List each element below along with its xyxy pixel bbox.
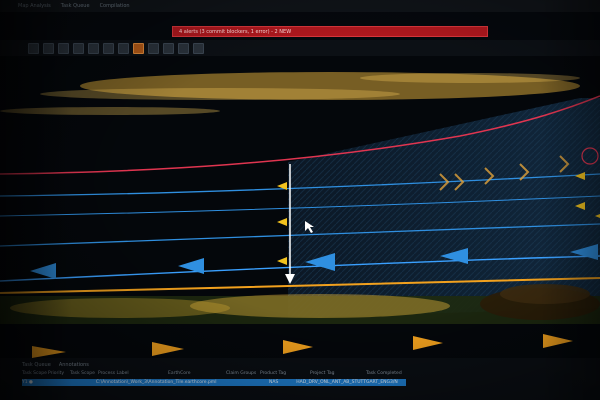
- camera-tool-icon[interactable]: [193, 42, 204, 54]
- draw-tool-icon[interactable]: [58, 42, 69, 54]
- move-tool-icon[interactable]: [43, 42, 54, 54]
- tab-task-queue[interactable]: Task Queue: [22, 362, 51, 368]
- col-task-completed[interactable]: Task Completed: [366, 371, 406, 378]
- play-tool-icon[interactable]: [133, 42, 144, 54]
- measure-tool-icon[interactable]: [148, 42, 159, 54]
- menu-bar: Map Analysis Task Queue Compilation: [0, 0, 600, 12]
- col-process-label[interactable]: Process Label: [98, 371, 168, 378]
- cell-project-tag: HAD_DRV_ONL_ANT_AB_STUTTGART_ENG3/N: [296, 380, 398, 385]
- table-row[interactable]: Y1 ● C:\Annotation\_Work_3\Annotation_Ti…: [22, 379, 406, 386]
- app-window: Map Analysis Task Queue Compilation 4 al…: [0, 0, 600, 400]
- alert-banner[interactable]: 4 alerts (3 commit blockers, 1 error) - …: [172, 26, 488, 37]
- cell-scope: Y1 ●: [22, 380, 33, 385]
- toolbar: [0, 40, 600, 56]
- node-tool-icon[interactable]: [103, 42, 114, 54]
- orange-arrow-markers: [32, 334, 573, 358]
- col-claim-groups[interactable]: Claim Groups: [226, 371, 260, 378]
- filter-tool-icon[interactable]: [178, 42, 189, 54]
- tab-annotations[interactable]: Annotations: [59, 362, 89, 368]
- col-task-scope[interactable]: Task Scope: [22, 371, 48, 378]
- lane-tool-icon[interactable]: [73, 42, 84, 54]
- menu-item-task-queue[interactable]: Task Queue: [61, 3, 90, 9]
- cell-process-label: C:\Annotation\_Work_3\Annotation_Tile.ea…: [95, 380, 217, 385]
- col-product-tag[interactable]: Product Tag: [260, 371, 310, 378]
- layer-tool-icon[interactable]: [163, 42, 174, 54]
- col-project-tag[interactable]: Project Tag: [310, 371, 366, 378]
- menu-item-map-analysis[interactable]: Map Analysis: [18, 3, 51, 9]
- edge-tool-icon[interactable]: [118, 42, 129, 54]
- menu-item-compilation[interactable]: Compilation: [100, 3, 130, 9]
- map-viewport[interactable]: [0, 56, 600, 358]
- grid-header: Task Scope Priority Task Scope Process L…: [22, 371, 422, 378]
- panel-tabs: Task Queue Annotations: [22, 362, 89, 368]
- col-earthcore[interactable]: EarthCore: [168, 371, 226, 378]
- select-tool-icon[interactable]: [28, 42, 39, 54]
- arrow-tool-icon[interactable]: [88, 42, 99, 54]
- cell-product-tag: NAS: [269, 380, 279, 385]
- point-cloud-canvas[interactable]: [0, 56, 600, 358]
- col-task-scope-2[interactable]: Task Scope: [70, 371, 98, 378]
- col-priority[interactable]: Priority: [48, 371, 70, 378]
